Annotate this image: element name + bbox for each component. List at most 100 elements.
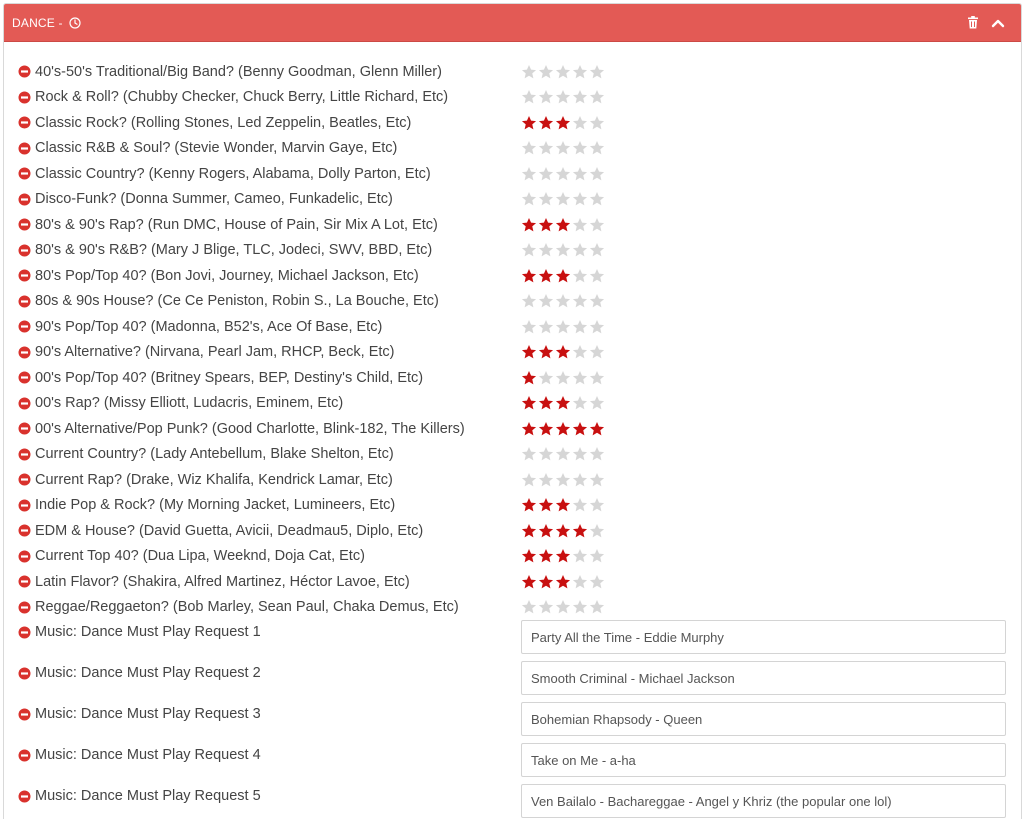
star-icon[interactable] — [555, 89, 571, 105]
star-icon[interactable] — [521, 217, 537, 233]
remove-icon[interactable] — [18, 708, 31, 721]
star-icon[interactable] — [538, 523, 554, 539]
star-icon[interactable] — [538, 191, 554, 207]
star-icon[interactable] — [538, 140, 554, 156]
star-icon[interactable] — [555, 370, 571, 386]
remove-icon[interactable] — [18, 218, 31, 231]
star-icon[interactable] — [589, 115, 605, 131]
star-rating[interactable] — [521, 166, 605, 182]
remove-icon[interactable] — [18, 448, 31, 461]
star-icon[interactable] — [521, 319, 537, 335]
star-icon[interactable] — [589, 217, 605, 233]
request-input[interactable] — [521, 702, 1006, 736]
star-rating[interactable] — [521, 395, 605, 411]
star-icon[interactable] — [555, 191, 571, 207]
star-icon[interactable] — [572, 574, 588, 590]
star-icon[interactable] — [555, 523, 571, 539]
star-icon[interactable] — [589, 191, 605, 207]
star-icon[interactable] — [555, 548, 571, 564]
star-icon[interactable] — [589, 293, 605, 309]
remove-icon[interactable] — [18, 550, 31, 563]
star-icon[interactable] — [589, 140, 605, 156]
star-icon[interactable] — [538, 446, 554, 462]
star-icon[interactable] — [572, 89, 588, 105]
remove-icon[interactable] — [18, 790, 31, 803]
star-icon[interactable] — [521, 166, 537, 182]
star-icon[interactable] — [538, 497, 554, 513]
star-rating[interactable] — [521, 115, 605, 131]
remove-icon[interactable] — [18, 524, 31, 537]
star-icon[interactable] — [589, 64, 605, 80]
star-icon[interactable] — [521, 268, 537, 284]
star-icon[interactable] — [555, 395, 571, 411]
remove-icon[interactable] — [18, 601, 31, 614]
star-icon[interactable] — [589, 599, 605, 615]
star-icon[interactable] — [589, 497, 605, 513]
star-rating[interactable] — [521, 446, 605, 462]
remove-icon[interactable] — [18, 320, 31, 333]
star-icon[interactable] — [572, 242, 588, 258]
star-icon[interactable] — [555, 446, 571, 462]
star-icon[interactable] — [538, 166, 554, 182]
star-icon[interactable] — [555, 268, 571, 284]
star-icon[interactable] — [538, 599, 554, 615]
star-rating[interactable] — [521, 370, 605, 386]
star-rating[interactable] — [521, 217, 605, 233]
star-icon[interactable] — [521, 191, 537, 207]
star-icon[interactable] — [538, 421, 554, 437]
star-rating[interactable] — [521, 599, 605, 615]
star-icon[interactable] — [555, 344, 571, 360]
remove-icon[interactable] — [18, 142, 31, 155]
star-icon[interactable] — [521, 421, 537, 437]
star-rating[interactable] — [521, 268, 605, 284]
star-icon[interactable] — [555, 115, 571, 131]
star-icon[interactable] — [589, 242, 605, 258]
star-icon[interactable] — [589, 166, 605, 182]
remove-icon[interactable] — [18, 473, 31, 486]
star-icon[interactable] — [521, 115, 537, 131]
star-icon[interactable] — [572, 497, 588, 513]
star-icon[interactable] — [589, 472, 605, 488]
remove-icon[interactable] — [18, 269, 31, 282]
star-icon[interactable] — [538, 574, 554, 590]
remove-icon[interactable] — [18, 422, 31, 435]
remove-icon[interactable] — [18, 65, 31, 78]
star-rating[interactable] — [521, 191, 605, 207]
star-icon[interactable] — [589, 421, 605, 437]
star-icon[interactable] — [521, 574, 537, 590]
star-icon[interactable] — [521, 89, 537, 105]
star-icon[interactable] — [572, 115, 588, 131]
star-icon[interactable] — [521, 242, 537, 258]
star-icon[interactable] — [555, 293, 571, 309]
star-rating[interactable] — [521, 242, 605, 258]
star-icon[interactable] — [521, 446, 537, 462]
star-icon[interactable] — [538, 115, 554, 131]
star-rating[interactable] — [521, 293, 605, 309]
star-icon[interactable] — [572, 140, 588, 156]
star-rating[interactable] — [521, 64, 605, 80]
star-icon[interactable] — [589, 548, 605, 564]
remove-icon[interactable] — [18, 749, 31, 762]
remove-icon[interactable] — [18, 91, 31, 104]
star-icon[interactable] — [555, 242, 571, 258]
trash-icon[interactable] — [967, 16, 979, 29]
star-icon[interactable] — [572, 166, 588, 182]
star-icon[interactable] — [589, 89, 605, 105]
star-icon[interactable] — [521, 344, 537, 360]
star-icon[interactable] — [521, 64, 537, 80]
star-rating[interactable] — [521, 523, 605, 539]
remove-icon[interactable] — [18, 499, 31, 512]
star-icon[interactable] — [555, 574, 571, 590]
request-input[interactable] — [521, 620, 1006, 654]
star-icon[interactable] — [521, 140, 537, 156]
star-icon[interactable] — [538, 472, 554, 488]
star-icon[interactable] — [572, 395, 588, 411]
star-icon[interactable] — [572, 217, 588, 233]
star-icon[interactable] — [538, 319, 554, 335]
star-icon[interactable] — [572, 191, 588, 207]
remove-icon[interactable] — [18, 193, 31, 206]
star-icon[interactable] — [572, 344, 588, 360]
remove-icon[interactable] — [18, 397, 31, 410]
star-rating[interactable] — [521, 140, 605, 156]
star-icon[interactable] — [538, 242, 554, 258]
